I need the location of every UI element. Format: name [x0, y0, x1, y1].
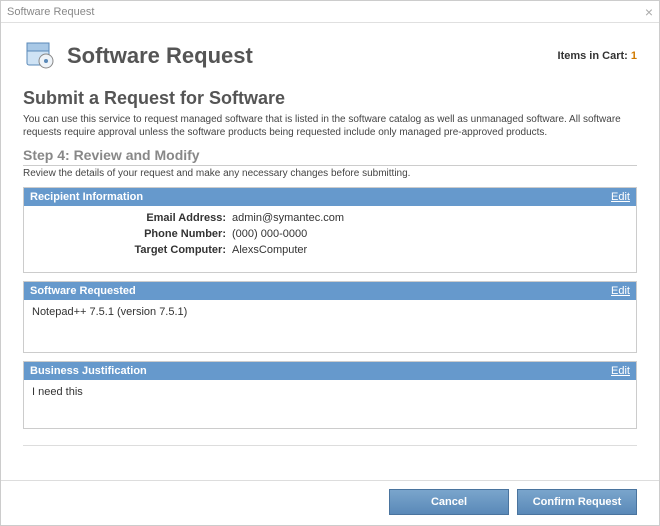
edit-justification-link[interactable]: Edit [611, 365, 630, 377]
header-title: Software Request [67, 43, 253, 69]
step-description: Review the details of your request and m… [23, 168, 637, 179]
page-heading: Submit a Request for Software [23, 88, 637, 109]
panel-justification-title: Business Justification [30, 365, 147, 377]
cancel-button[interactable]: Cancel [389, 489, 509, 515]
header-left: Software Request [23, 37, 253, 74]
dialog-window: Software Request × Software Request Item… [0, 0, 660, 526]
panel-justification-body: I need this [24, 380, 636, 404]
panel-recipient-body: Email Address: admin@symantec.com Phone … [24, 206, 636, 266]
panel-software-title: Software Requested [30, 285, 136, 297]
phone-label: Phone Number: [32, 228, 232, 240]
cart-label: Items in Cart: [558, 50, 628, 62]
window-title: Software Request [7, 6, 94, 18]
titlebar: Software Request × [1, 1, 659, 23]
computer-value: AlexsComputer [232, 244, 307, 256]
computer-label: Target Computer: [32, 244, 232, 256]
panel-recipient: Recipient Information Edit Email Address… [23, 187, 637, 273]
cart-info: Items in Cart: 1 [558, 50, 637, 62]
divider [23, 445, 637, 446]
email-value: admin@symantec.com [232, 212, 344, 224]
edit-recipient-link[interactable]: Edit [611, 191, 630, 203]
field-phone: Phone Number: (000) 000-0000 [32, 228, 628, 240]
panel-justification: Business Justification Edit I need this [23, 361, 637, 429]
cart-count: 1 [631, 50, 637, 62]
content-area: Software Request Items in Cart: 1 Submit… [1, 23, 659, 480]
confirm-button[interactable]: Confirm Request [517, 489, 637, 515]
footer: Cancel Confirm Request [1, 480, 659, 525]
panel-justification-header: Business Justification Edit [24, 362, 636, 380]
panel-software: Software Requested Edit Notepad++ 7.5.1 … [23, 281, 637, 353]
panel-recipient-header: Recipient Information Edit [24, 188, 636, 206]
phone-value: (000) 000-0000 [232, 228, 307, 240]
software-box-icon [23, 37, 57, 74]
edit-software-link[interactable]: Edit [611, 285, 630, 297]
panel-recipient-title: Recipient Information [30, 191, 143, 203]
panel-software-header: Software Requested Edit [24, 282, 636, 300]
email-label: Email Address: [32, 212, 232, 224]
header-row: Software Request Items in Cart: 1 [23, 37, 637, 74]
page-description: You can use this service to request mana… [23, 113, 637, 139]
panel-software-body: Notepad++ 7.5.1 (version 7.5.1) [24, 300, 636, 324]
field-computer: Target Computer: AlexsComputer [32, 244, 628, 256]
field-email: Email Address: admin@symantec.com [32, 212, 628, 224]
close-icon[interactable]: × [645, 4, 653, 20]
step-label: Step 4: Review and Modify [23, 147, 637, 166]
